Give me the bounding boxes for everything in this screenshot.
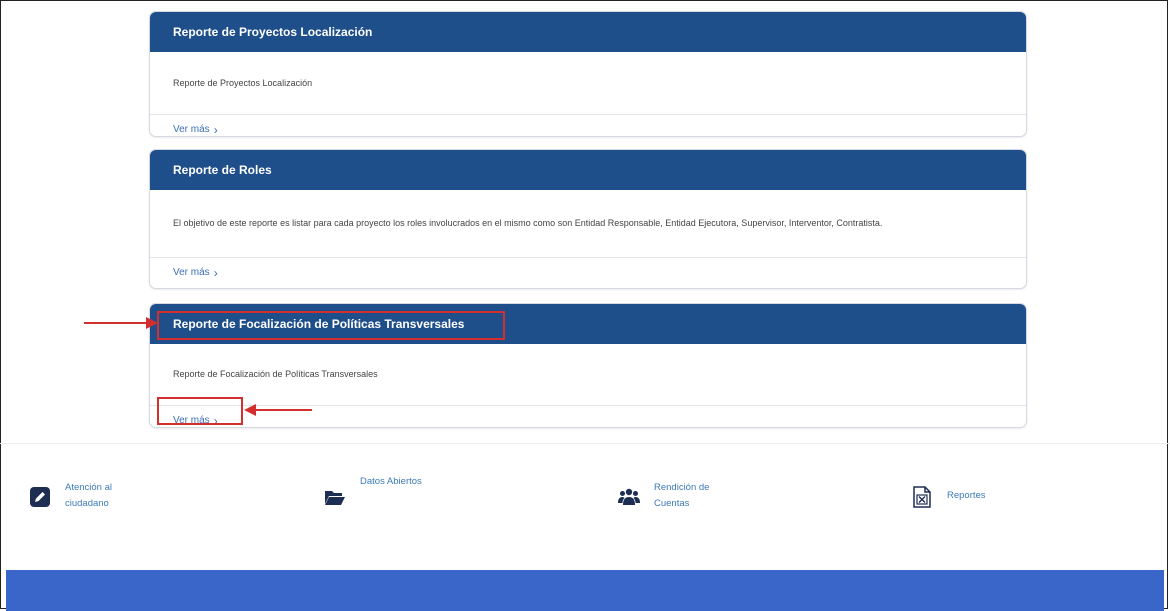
footer-link-label: Rendición de Cuentas xyxy=(654,482,710,509)
folder-open-icon xyxy=(324,486,346,508)
card-description-text: El objetivo de este reporte es listar pa… xyxy=(173,218,883,228)
footer-links: Atención al ciudadano Datos Abiertos Ren… xyxy=(0,476,1170,530)
highlight-box-ver-mas xyxy=(157,397,243,425)
card-description-text: Reporte de Proyectos Localización xyxy=(173,77,313,88)
footer-link-label: Datos Abiertos xyxy=(360,476,422,487)
footer-link-reportes[interactable]: Reportes xyxy=(911,480,986,508)
users-icon xyxy=(618,486,640,508)
ver-mas-label: Ver más xyxy=(173,124,210,135)
card-description: Reporte de Proyectos Localización xyxy=(150,52,1026,114)
card-description: Reporte de Focalización de Políticas Tra… xyxy=(150,344,1026,405)
card-footer: Ver más › xyxy=(150,257,1026,287)
chevron-right-icon: › xyxy=(213,265,218,280)
ver-mas-link[interactable]: Ver más › xyxy=(173,266,218,280)
card-description-text: Reporte de Focalización de Políticas Tra… xyxy=(173,369,378,379)
card-title: Reporte de Proyectos Localización xyxy=(173,25,373,39)
ver-mas-link[interactable]: Ver más › xyxy=(173,123,218,137)
card-description: El objetivo de este reporte es listar pa… xyxy=(150,190,1026,257)
footer-link-rendicion-cuentas[interactable]: Rendición de Cuentas xyxy=(618,480,734,512)
card-header: Reporte de Proyectos Localización xyxy=(150,12,1026,52)
report-card-proyectos-localizacion: Reporte de Proyectos Localización Report… xyxy=(149,11,1027,137)
ver-mas-label: Ver más xyxy=(173,267,210,278)
footer-link-label: Atención al ciudadano xyxy=(65,482,113,509)
footer-separator xyxy=(0,443,1170,444)
footer-link-atencion-ciudadano[interactable]: Atención al ciudadano xyxy=(29,480,135,512)
chevron-right-icon: › xyxy=(213,122,218,137)
annotation-arrow-title xyxy=(84,317,158,329)
footer-link-label: Reportes xyxy=(947,490,986,501)
excel-file-icon xyxy=(911,486,933,508)
footer-link-datos-abiertos[interactable]: Datos Abiertos xyxy=(324,476,422,508)
annotation-arrow-ver-mas xyxy=(244,404,312,416)
highlight-box-title xyxy=(157,311,505,340)
card-footer: Ver más › xyxy=(150,114,1026,144)
card-header: Reporte de Roles xyxy=(150,150,1026,190)
pencil-square-icon xyxy=(29,486,51,508)
bottom-blue-bar xyxy=(6,570,1164,611)
card-title: Reporte de Roles xyxy=(173,163,272,177)
report-card-roles: Reporte de Roles El objetivo de este rep… xyxy=(149,149,1027,289)
